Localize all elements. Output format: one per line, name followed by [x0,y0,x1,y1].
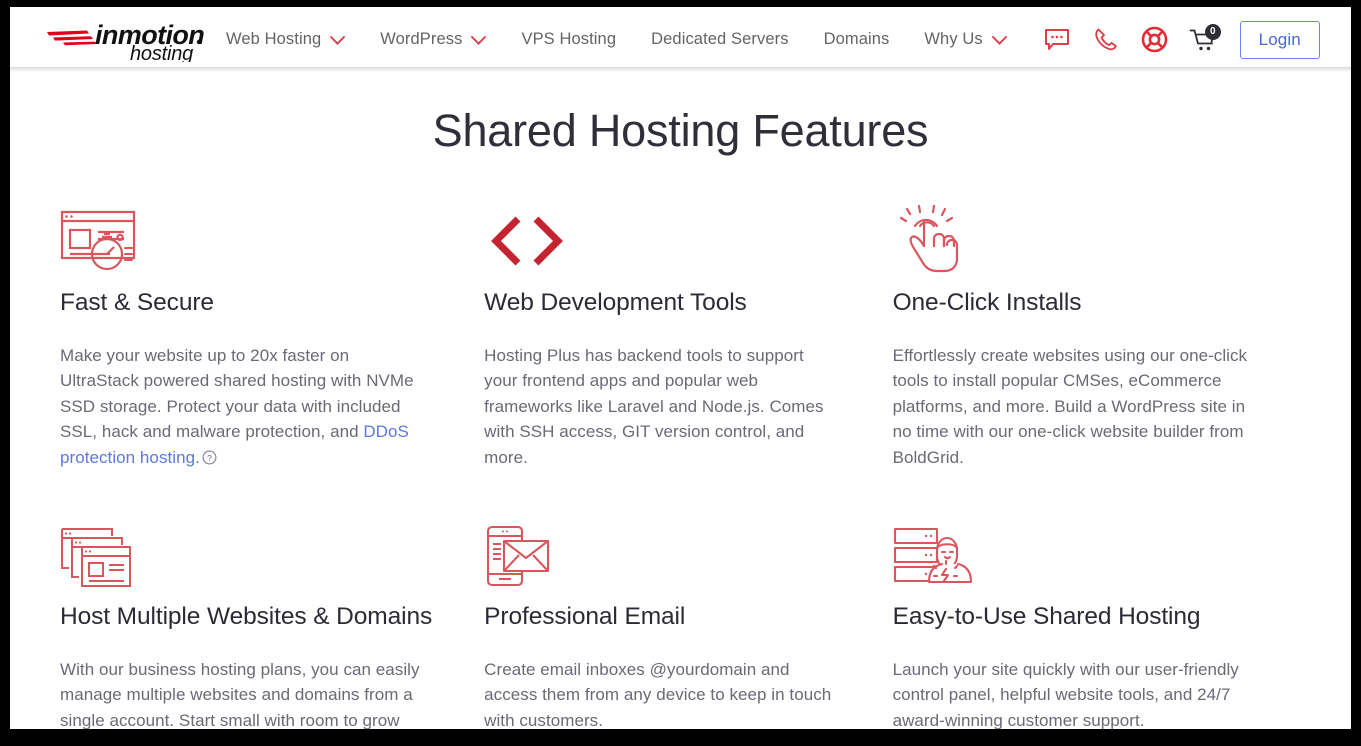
nav-item-why-us[interactable]: Why Us [924,30,1007,49]
mobile-email-icon [484,516,840,590]
feature-body: With our business hosting plans, you can… [60,659,420,729]
chevron-down-icon [991,36,1007,45]
feature-card-host-multiple-websites: Host Multiple Websites & Domains With ou… [60,516,484,729]
feature-title: Professional Email [484,603,686,631]
feature-card-web-development-tools: Web Development Tools Hosting Plus has b… [484,202,892,472]
feature-title: Easy-to-Use Shared Hosting [892,603,1201,631]
feature-body-text: Make your website up to 20x faster on Ul… [60,345,414,442]
inmotion-hosting-logo[interactable]: inmotion hosting [47,18,205,62]
feature-title: Fast & Secure [60,289,214,316]
feature-body: Make your website up to 20x faster on Ul… [60,343,432,473]
chat-bubble-icon[interactable] [1042,25,1072,55]
nav-item-web-hosting[interactable]: Web Hosting [226,30,346,49]
page-viewport: inmotion hosting Web Hosting WordPress V… [10,7,1351,729]
feature-body: Hosting Plus has backend tools to suppor… [484,345,824,467]
login-button[interactable]: Login [1239,20,1320,59]
feature-card-one-click-installs: One-Click Installs Effortlessly create w… [893,202,1301,472]
click-finger-icon [893,202,1249,276]
feature-title: Web Development Tools [484,289,747,316]
stacked-browser-windows-icon [60,516,432,590]
feature-card-easy-to-use-shared-hosting: Easy-to-Use Shared Hosting Launch your s… [893,516,1301,729]
site-header: inmotion hosting Web Hosting WordPress V… [10,7,1351,72]
feature-body: Launch your site quickly with our user-f… [892,659,1239,729]
feature-body: Create email inboxes @yourdomain and acc… [484,659,832,729]
nav-item-dedicated-servers[interactable]: Dedicated Servers [651,30,788,49]
page-title: Shared Hosting Features [432,105,929,156]
lifebuoy-support-icon[interactable] [1140,25,1170,55]
primary-navigation: Web Hosting WordPress VPS Hosting Dedica… [215,7,1042,72]
chevron-down-icon [471,36,487,45]
shopping-cart-icon[interactable]: 0 [1189,23,1221,55]
logo-graphic: inmotion hosting [47,20,205,62]
nav-item-label: Web Hosting [226,30,322,48]
feature-title: Host Multiple Websites & Domains [60,603,433,631]
header-utility-icons: 0 [1042,23,1221,55]
server-support-agent-icon [893,516,1249,590]
feature-title: One-Click Installs [892,289,1082,316]
nav-item-label: Why Us [924,30,983,48]
nav-item-label: VPS Hosting [521,30,617,48]
code-brackets-icon [484,202,840,276]
nav-item-label: Dedicated Servers [651,30,789,48]
nav-item-wordpress[interactable]: WordPress [380,30,487,49]
question-mark-circle-icon[interactable]: ? [202,447,217,473]
browser-stopwatch-icon [60,202,432,276]
nav-item-vps-hosting[interactable]: VPS Hosting [521,30,616,49]
feature-card-professional-email: Professional Email Create email inboxes … [484,516,892,729]
nav-item-domains[interactable]: Domains [824,30,890,49]
feature-card-fast-and-secure: Fast & Secure Make your website up to 20… [60,202,484,472]
feature-body: Effortlessly create websites using our o… [892,345,1248,467]
chevron-down-icon [330,36,346,45]
phone-icon[interactable] [1091,25,1121,55]
svg-text:hosting: hosting [130,43,193,62]
main-content: Shared Hosting Features Fast & Secure Ma… [10,72,1351,729]
features-grid: Fast & Secure Make your website up to 20… [10,202,1351,729]
nav-item-label: Domains [823,30,890,48]
svg-text:?: ? [207,452,212,462]
cart-count-badge: 0 [1204,23,1221,40]
nav-item-label: WordPress [380,30,463,48]
